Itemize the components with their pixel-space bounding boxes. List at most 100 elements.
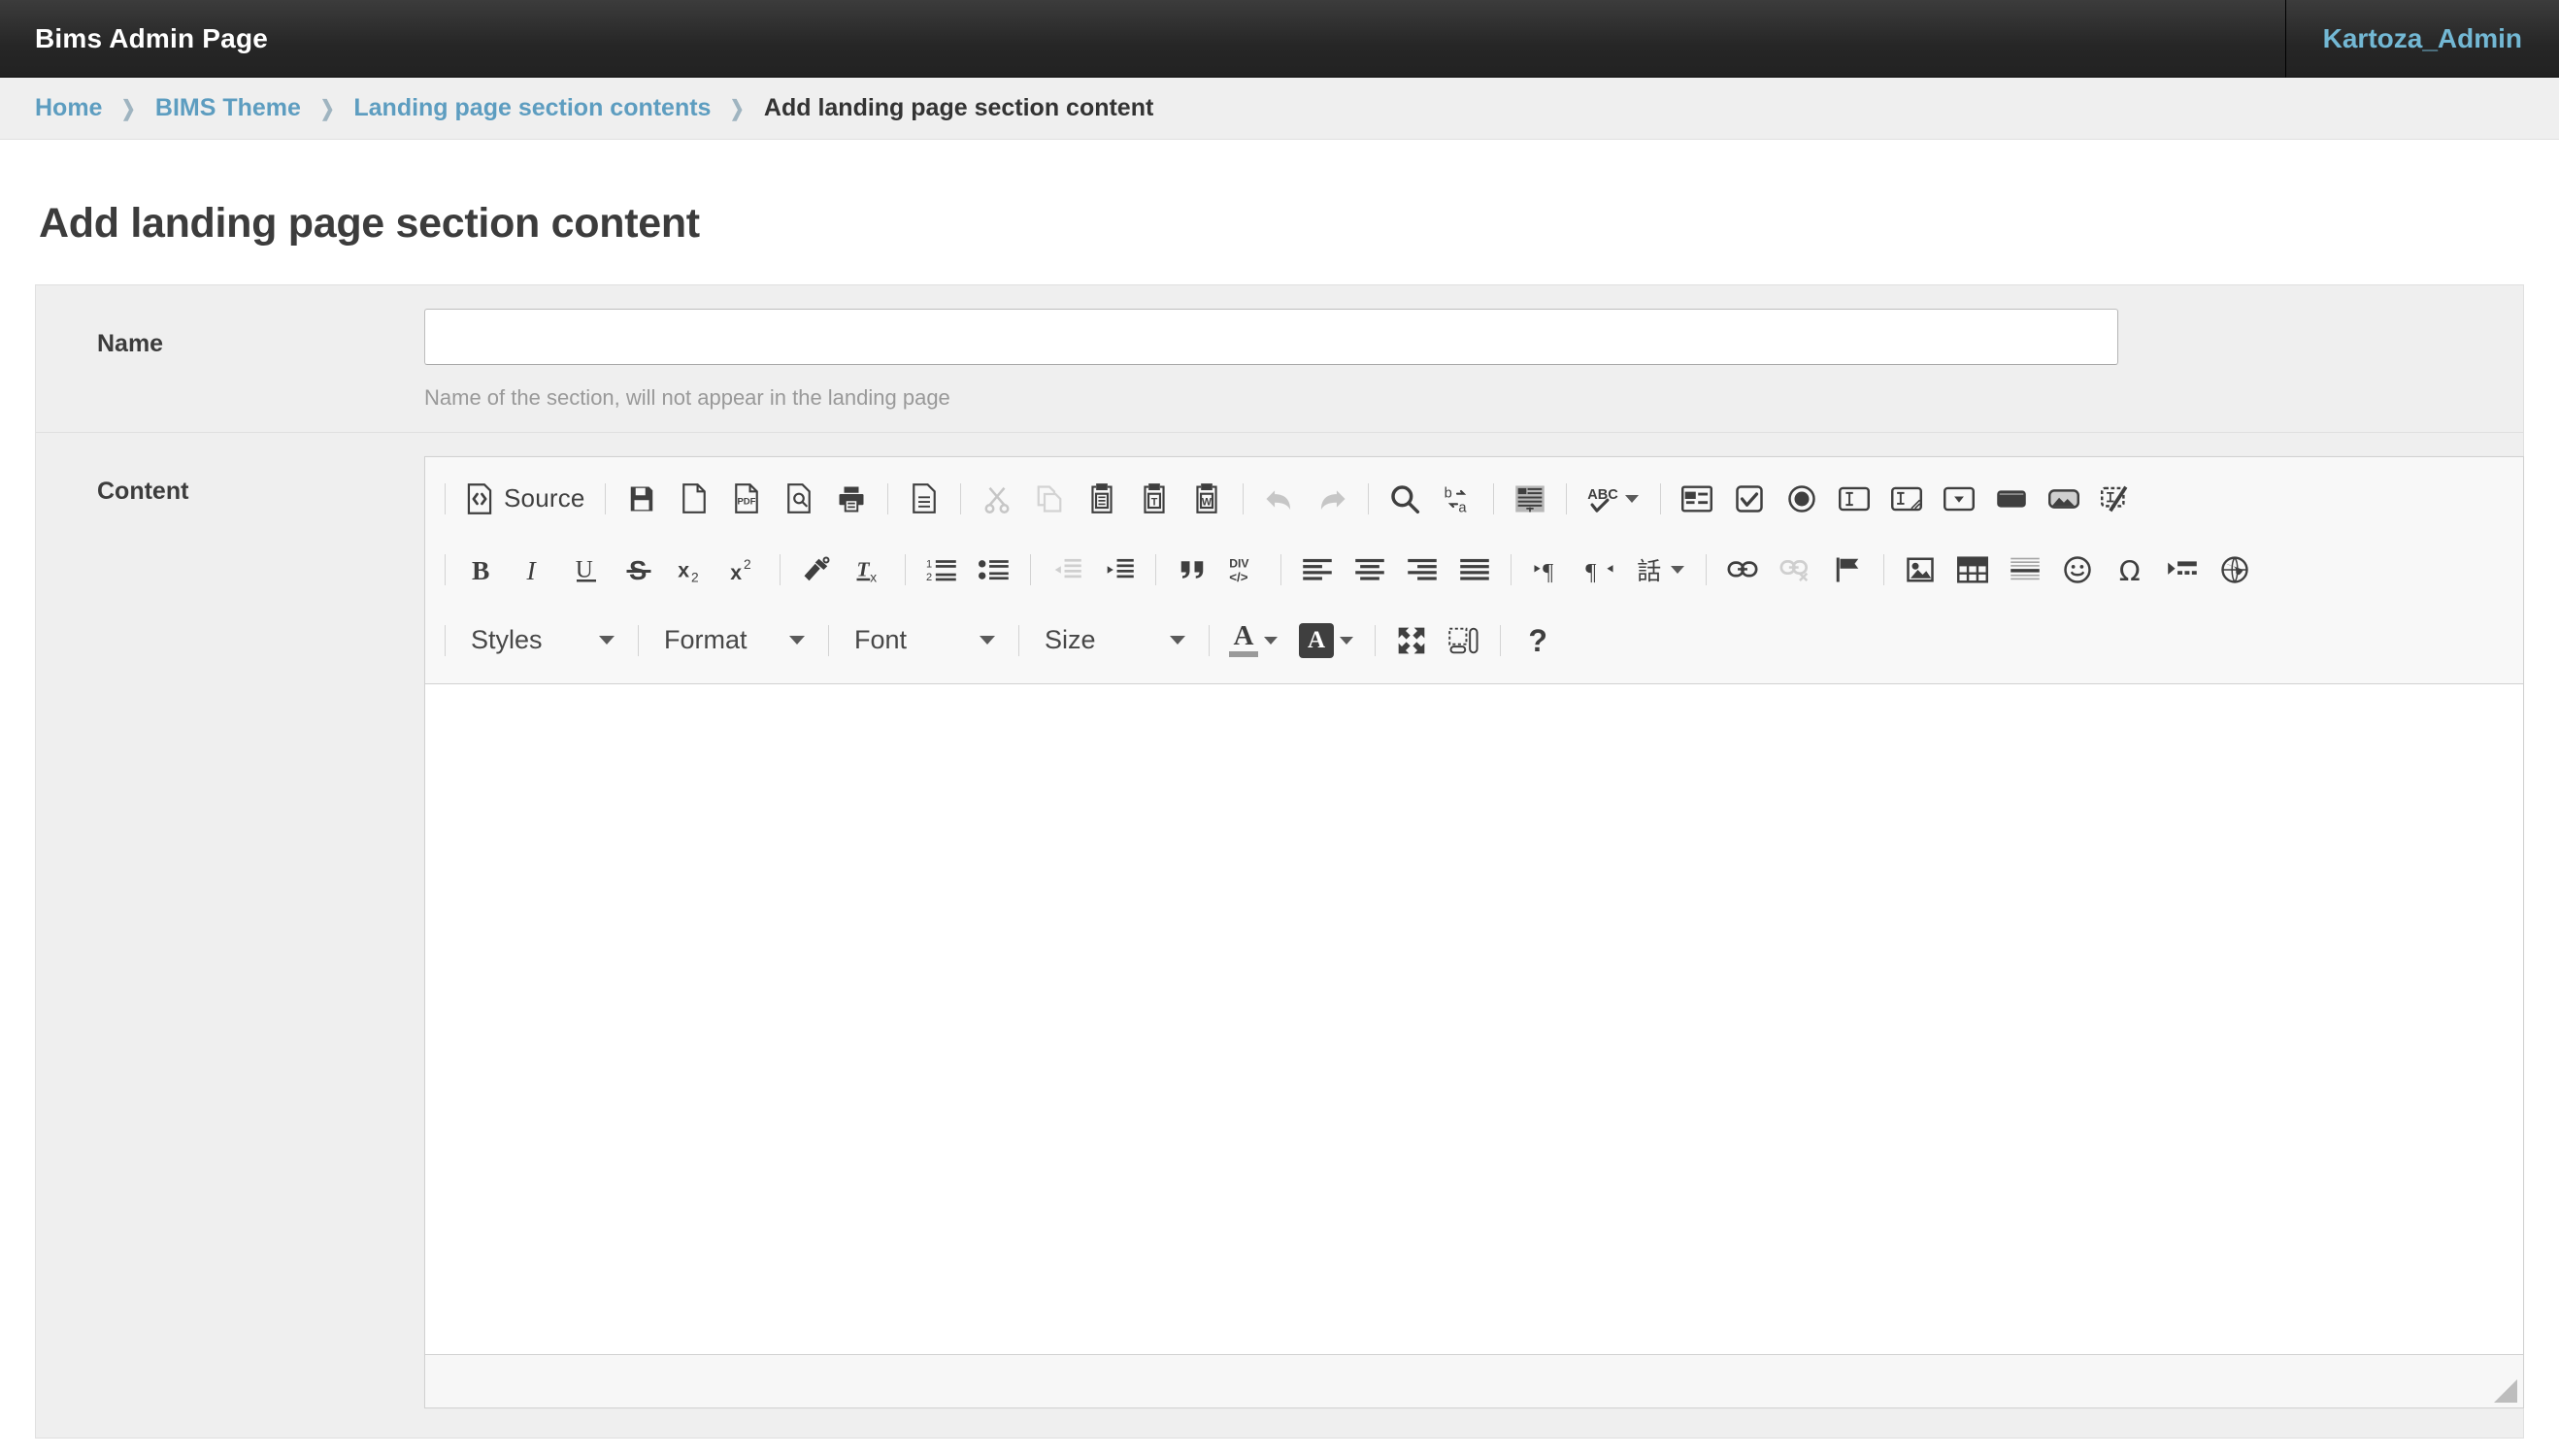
horizontal-rule-icon[interactable] bbox=[1999, 546, 2051, 594]
form-row-content: Content Source PDF T W b a ABC B I U x 2… bbox=[36, 433, 2524, 1439]
paste-icon[interactable] bbox=[1076, 475, 1128, 523]
svg-text:B: B bbox=[472, 555, 489, 584]
ltr-icon[interactable]: ¶ bbox=[1521, 546, 1574, 594]
templates-icon[interactable] bbox=[898, 475, 950, 523]
text-field-icon[interactable] bbox=[1828, 475, 1880, 523]
svg-text:x: x bbox=[678, 558, 689, 581]
select-all-icon[interactable] bbox=[1504, 475, 1556, 523]
select-field-icon[interactable] bbox=[1933, 475, 1985, 523]
numbered-list-icon[interactable]: 1 2 bbox=[915, 546, 968, 594]
copy-icon[interactable] bbox=[1023, 475, 1076, 523]
maximize-icon[interactable] bbox=[1385, 616, 1438, 665]
breadcrumb-item-home[interactable]: Home bbox=[35, 94, 102, 122]
new-page-icon[interactable] bbox=[668, 475, 720, 523]
source-button[interactable]: Source bbox=[455, 475, 595, 523]
breadcrumb-item-landing-page-section-contents[interactable]: Landing page section contents bbox=[353, 94, 711, 122]
spellcheck-icon[interactable]: ABC bbox=[1577, 475, 1650, 523]
svg-text:¶: ¶ bbox=[1543, 558, 1553, 583]
export-pdf-icon[interactable]: PDF bbox=[720, 475, 773, 523]
bulleted-list-icon[interactable] bbox=[968, 546, 1020, 594]
special-char-icon[interactable]: Ω bbox=[2104, 546, 2156, 594]
toolbar-divider bbox=[780, 553, 781, 585]
radio-icon[interactable] bbox=[1776, 475, 1828, 523]
paste-word-icon[interactable]: W bbox=[1180, 475, 1233, 523]
language-icon[interactable]: 話 bbox=[1626, 546, 1696, 594]
anchor-icon[interactable] bbox=[1821, 546, 1874, 594]
subscript-icon[interactable]: x 2 bbox=[665, 546, 717, 594]
font-combo[interactable]: Font bbox=[839, 615, 1009, 666]
replace-icon[interactable]: b a bbox=[1431, 475, 1483, 523]
unlink-icon[interactable] bbox=[1769, 546, 1821, 594]
chevron-down-icon bbox=[980, 636, 995, 645]
italic-icon[interactable]: I bbox=[508, 546, 560, 594]
toolbar-divider bbox=[1280, 553, 1281, 585]
align-right-icon[interactable] bbox=[1396, 546, 1448, 594]
align-left-icon[interactable] bbox=[1291, 546, 1344, 594]
copy-formatting-icon[interactable] bbox=[790, 546, 843, 594]
name-input[interactable] bbox=[424, 309, 2118, 365]
bold-icon[interactable]: B bbox=[455, 546, 508, 594]
svg-text:2: 2 bbox=[744, 556, 751, 571]
outdent-icon[interactable] bbox=[1041, 546, 1093, 594]
redo-icon[interactable] bbox=[1306, 475, 1358, 523]
checkbox-icon[interactable] bbox=[1723, 475, 1776, 523]
user-menu-link[interactable]: Kartoza_Admin bbox=[2323, 23, 2522, 54]
svg-text:ABC: ABC bbox=[1587, 487, 1618, 503]
align-center-icon[interactable] bbox=[1344, 546, 1396, 594]
svg-text:DIV: DIV bbox=[1229, 556, 1248, 570]
page-break-icon[interactable] bbox=[2156, 546, 2209, 594]
justify-icon[interactable] bbox=[1448, 546, 1501, 594]
styles-combo[interactable]: Styles bbox=[455, 615, 628, 666]
format-combo[interactable]: Format bbox=[648, 615, 818, 666]
iframe-icon[interactable] bbox=[2209, 546, 2261, 594]
chevron-down-icon bbox=[1170, 636, 1185, 645]
breadcrumb-item-bims-theme[interactable]: BIMS Theme bbox=[155, 94, 301, 122]
form-icon[interactable] bbox=[1671, 475, 1723, 523]
image-icon[interactable] bbox=[1894, 546, 1946, 594]
toolbar-divider bbox=[886, 482, 888, 514]
svg-text:x: x bbox=[870, 570, 877, 584]
editor-resize-handle[interactable] bbox=[2494, 1379, 2517, 1403]
paste-text-icon[interactable]: T bbox=[1128, 475, 1180, 523]
button-icon[interactable] bbox=[1985, 475, 2038, 523]
toolbar-divider bbox=[1883, 553, 1884, 585]
toolbar-divider bbox=[445, 553, 446, 585]
toolbar-divider bbox=[1500, 624, 1501, 656]
print-icon[interactable] bbox=[825, 475, 878, 523]
smiley-icon[interactable] bbox=[2051, 546, 2104, 594]
toolbar-divider bbox=[445, 482, 446, 514]
div-container-icon[interactable]: DIV </> bbox=[1218, 546, 1271, 594]
find-icon[interactable] bbox=[1379, 475, 1431, 523]
strikethrough-icon[interactable]: S bbox=[613, 546, 665, 594]
table-icon[interactable] bbox=[1946, 546, 1999, 594]
breadcrumb-separator-icon: ❯ bbox=[319, 95, 335, 120]
breadcrumb-separator-icon: ❯ bbox=[121, 95, 137, 120]
link-icon[interactable] bbox=[1716, 546, 1769, 594]
indent-icon[interactable] bbox=[1093, 546, 1146, 594]
bg-color-icon[interactable]: A bbox=[1289, 616, 1365, 665]
toolbar-divider bbox=[1492, 482, 1494, 514]
textarea-icon[interactable] bbox=[1880, 475, 1933, 523]
underline-icon[interactable]: U bbox=[560, 546, 613, 594]
undo-icon[interactable] bbox=[1253, 475, 1306, 523]
text-color-icon[interactable]: A bbox=[1219, 616, 1289, 665]
content-field-wrapper: Source PDF T W b a ABC B I U x 2 x 2 T x… bbox=[424, 456, 2553, 1408]
name-field-wrapper: Name of the section, will not appear in … bbox=[424, 309, 2523, 411]
preview-icon[interactable] bbox=[773, 475, 825, 523]
size-combo[interactable]: Size bbox=[1029, 615, 1199, 666]
superscript-icon[interactable]: x 2 bbox=[717, 546, 770, 594]
text-color-bar bbox=[1229, 651, 1258, 658]
image-button-icon[interactable] bbox=[2038, 475, 2090, 523]
editor-content-area[interactable] bbox=[425, 684, 2523, 1354]
about-icon[interactable]: ? bbox=[1511, 616, 1563, 665]
blockquote-icon[interactable] bbox=[1166, 546, 1218, 594]
save-icon[interactable] bbox=[615, 475, 668, 523]
hidden-field-icon[interactable] bbox=[2090, 475, 2143, 523]
cut-icon[interactable] bbox=[971, 475, 1023, 523]
remove-format-icon[interactable]: T x bbox=[843, 546, 895, 594]
size-combo-label: Size bbox=[1045, 625, 1096, 654]
toolbar-divider bbox=[1242, 482, 1244, 514]
show-blocks-icon[interactable] bbox=[1438, 616, 1490, 665]
svg-text:b: b bbox=[1444, 485, 1451, 501]
rtl-icon[interactable]: ¶ bbox=[1574, 546, 1626, 594]
